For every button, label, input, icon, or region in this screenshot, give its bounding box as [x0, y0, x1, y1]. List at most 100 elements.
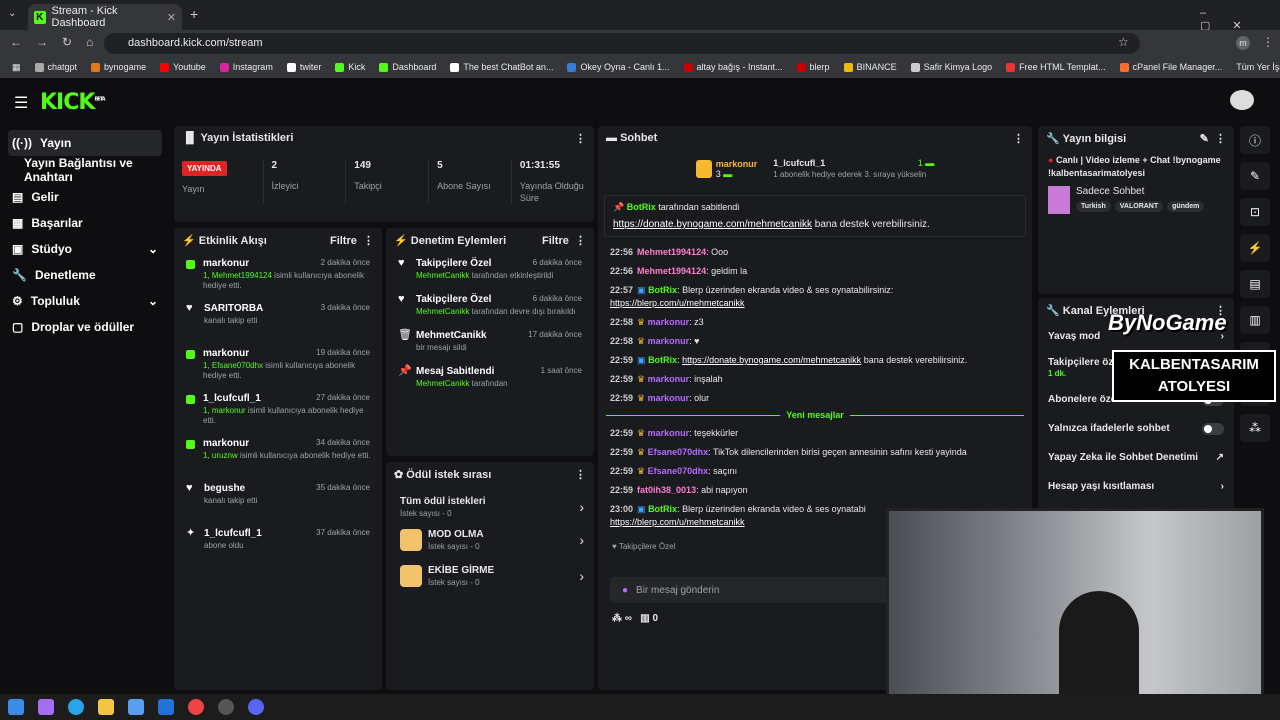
emote-only-row[interactable]: Yalnızca ifadelerle sohbet — [1038, 414, 1234, 443]
filter-button[interactable]: Filtre — [542, 235, 569, 247]
obs-icon[interactable] — [218, 699, 234, 715]
sidebar-item-topluluk[interactable]: ⚙ Topluluk ⌄ — [0, 288, 170, 314]
chat-message: 22:59 ♛ markonur: inşalah — [610, 374, 723, 384]
edit-icon[interactable]: ✎ — [1240, 162, 1270, 190]
chat-message: 22:59 ♛ markonur: teşekkürler — [610, 428, 739, 438]
bookmark-item[interactable]: Free HTML Templat... — [1006, 62, 1106, 72]
sidebar-item-droplar[interactable]: ▢ Droplar ve ödüller — [0, 314, 170, 340]
crown-badge-icon: ♛ — [637, 428, 646, 438]
points-icon: ⁂ — [612, 613, 622, 624]
sidebar-item-yayin[interactable]: ((·)) Yayın — [8, 130, 162, 156]
stream-title: ● Canlı | Video izleme + Chat !bynogame … — [1048, 155, 1221, 178]
reward-icon — [400, 565, 422, 587]
stream-info-card: 🔧 Yayın bilgisi ✎ ⋮ ● Canlı | Video izlem… — [1038, 126, 1234, 294]
chrome-icon[interactable] — [188, 699, 204, 715]
bookmark-item[interactable]: Instagram — [219, 62, 273, 72]
gift-icon — [186, 440, 195, 449]
sidebar-item-stream-key[interactable]: Yayın Bağlantısı ve Anahtarı — [0, 156, 170, 184]
moderation-event: 🗑 MehmetCanikk bir mesajı sildi 17 dakika ö… — [398, 329, 582, 353]
moderation-list: ♥ Takipçilere Özel MehmetCanikk tarafından… — [386, 252, 594, 396]
chat-panel-icon[interactable]: ▤ — [1240, 270, 1270, 298]
wrench-icon: 🔧 — [1046, 132, 1060, 145]
pinned-message[interactable]: 📌 BotRix tarafından sabitlendi https://d… — [604, 195, 1026, 237]
hamburger-menu-icon[interactable]: ☰ — [14, 93, 28, 113]
mail-icon[interactable] — [158, 699, 174, 715]
pin-icon: 📌 — [398, 365, 412, 377]
tag: Turkish — [1076, 201, 1111, 212]
sidebar-item-studyo[interactable]: ▣ Stüdyo ⌄ — [0, 236, 170, 262]
chat-message: 22:56 Mehmet1994124: geldim la — [610, 266, 748, 276]
bookmark-star-icon[interactable]: ☆ — [1118, 35, 1129, 49]
reward-all-requests[interactable]: Tüm ödül istekleri İstek sayısı - 0 › — [400, 492, 584, 522]
bookmark-item[interactable]: altay bağış - Instant... — [683, 62, 783, 72]
sidebar-item-denetleme[interactable]: 🔧 Denetleme — [0, 262, 170, 288]
bookmark-item[interactable]: cPanel File Manager... — [1119, 62, 1222, 72]
discord-icon[interactable] — [248, 699, 264, 715]
bookmark-item[interactable]: Dashboard — [379, 62, 436, 72]
info-icon[interactable]: ⓘ — [1240, 126, 1270, 154]
bot-badge-icon: ▣ — [637, 355, 646, 365]
tag: gündem — [1167, 201, 1205, 212]
user-avatar[interactable] — [1230, 90, 1254, 110]
sidebar-item-basarilar[interactable]: ▦ Başarılar — [0, 210, 170, 236]
browser-tab[interactable]: K Stream - Kick Dashboard ✕ — [28, 4, 182, 30]
ai-moderation-row[interactable]: Yapay Zeka ile Sohbet Denetimi ↗ — [1038, 443, 1234, 472]
bookmark-item[interactable]: Youtube — [160, 62, 206, 72]
bookmark-item[interactable]: BINANCE — [843, 62, 897, 72]
bookmark-item[interactable]: Safir Kimya Logo — [910, 62, 992, 72]
browser-toolbar: ←→↻⌂ dashboard.kick.com/stream ☆ m ⋮ — [0, 30, 1280, 56]
bookmark-item[interactable]: The best ChatBot an... — [450, 62, 553, 72]
copilot-icon[interactable] — [38, 699, 54, 715]
window-controls[interactable]: –▢✕ — [1200, 7, 1280, 32]
account-age-row[interactable]: Hesap yaşı kısıtlaması › — [1038, 472, 1234, 501]
nav-buttons[interactable]: ←→↻⌂ — [10, 35, 107, 49]
reward-item[interactable]: EKİBE GİRME İstek sayısı - 0 › — [400, 558, 584, 594]
bookmark-item[interactable]: Okey Oyna - Canlı 1... — [567, 62, 670, 72]
profile-avatar[interactable]: m — [1236, 36, 1250, 50]
reward-item[interactable]: MOD OLMA İstek sayısı - 0 › — [400, 522, 584, 558]
menu-kebab-icon[interactable]: ⋮ — [1262, 35, 1274, 49]
more-icon[interactable]: ⋮ — [575, 132, 586, 145]
sidebar-item-gelir[interactable]: ▤ Gelir — [0, 184, 170, 210]
heart-icon: ♥ — [186, 482, 193, 494]
stat-uptime: 01:31:55 Yayında Olduğu Süre — [510, 160, 586, 205]
moderation-event: ♥ Takipçilere Özel MehmetCanikk tarafından… — [398, 293, 582, 317]
brand-overlay: ByNoGame — [1108, 310, 1227, 335]
scan-icon[interactable]: ⊡ — [1240, 198, 1270, 226]
money-icon: ▤ — [12, 190, 24, 204]
stat-followers: 149 Takipçi — [345, 160, 428, 205]
leaderboard: markonur 3 ▬ 1_lcufcufl_1 1 ▬ 1 abonelik h… — [598, 150, 1032, 179]
wrench-icon: 🔧 — [1046, 304, 1060, 317]
apps-grid-icon[interactable]: ▦ — [12, 62, 21, 73]
activity-list: markonur 1, Mehmet1994124 isimli kullanıc… — [174, 252, 382, 567]
bookmark-item[interactable]: twiter — [286, 62, 321, 72]
edge-icon[interactable] — [68, 699, 84, 715]
live-badge: YAYINDA — [182, 161, 227, 176]
all-bookmarks[interactable]: Tüm Yer İşaretleri — [1236, 62, 1280, 72]
kick-logo[interactable]: KICKBETA — [40, 90, 106, 115]
activity-event: 1_lcufcufl_1 1, markonur isimli kullanıcı… — [174, 387, 382, 432]
more-icon[interactable]: ⋮ — [1013, 132, 1024, 145]
address-bar[interactable]: dashboard.kick.com/stream — [104, 33, 1140, 54]
stats-icon[interactable]: ▥ — [1240, 306, 1270, 334]
explorer-icon[interactable] — [98, 699, 114, 715]
bookmark-item[interactable]: Kick — [335, 62, 365, 72]
bookmark-item[interactable]: blerp — [796, 62, 830, 72]
new-tab-icon[interactable]: + — [190, 6, 198, 22]
community-icon[interactable]: ⁂ — [1240, 414, 1270, 442]
bolt-icon[interactable]: ⚡ — [1240, 234, 1270, 262]
trophy-icon: ▦ — [12, 216, 24, 230]
close-tab-icon[interactable]: ✕ — [167, 11, 176, 24]
bookmark-item[interactable]: bynogame — [91, 62, 146, 72]
tab-search-icon[interactable]: ⌄ — [8, 8, 16, 19]
heart-icon: ♥ — [612, 542, 617, 551]
bot-badge-icon: ▣ — [637, 504, 646, 514]
gift-icon: ▢ — [12, 320, 24, 334]
store-icon[interactable] — [128, 699, 144, 715]
start-icon[interactable] — [8, 699, 24, 715]
bookmark-item[interactable]: chatgpt — [34, 62, 77, 72]
more-icon[interactable]: ⋮ — [575, 468, 586, 481]
activity-event: ✦ 1_lcufcufl_1 abone oldu 37 dakika önce — [186, 527, 370, 551]
chevron-right-icon: › — [579, 532, 584, 548]
filter-button[interactable]: Filtre — [330, 235, 357, 247]
